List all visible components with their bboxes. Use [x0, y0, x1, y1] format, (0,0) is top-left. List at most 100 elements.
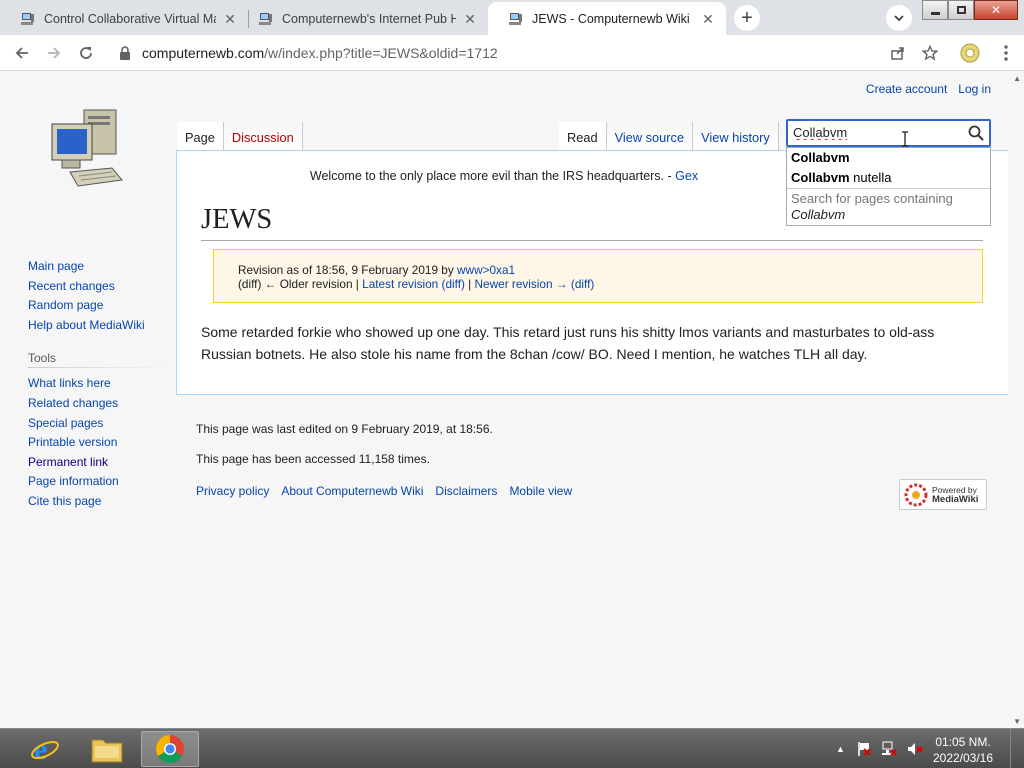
sidebar-item-recent-changes[interactable]: Recent changes: [28, 277, 168, 297]
show-desktop-button[interactable]: [1010, 729, 1024, 768]
tab-view-history[interactable]: View history: [693, 122, 779, 152]
page-scrollbar[interactable]: ▲ ▼: [1010, 72, 1024, 728]
tab-title: Control Collaborative Virtual Mac: [44, 11, 216, 26]
sidebar-item-help[interactable]: Help about MediaWiki: [28, 316, 168, 336]
url-host: computernewb.com: [142, 45, 265, 61]
taskbar-internet-explorer[interactable]: e: [16, 731, 74, 767]
tab-search-button[interactable]: [886, 5, 912, 31]
search-icon[interactable]: [968, 125, 984, 141]
login-link[interactable]: Log in: [958, 82, 991, 96]
browser-toolbar: computernewb.com/w/index.php?title=JEWS&…: [0, 35, 1024, 71]
computernewb-favicon-icon: [21, 12, 34, 25]
sidebar-item-page-information[interactable]: Page information: [28, 472, 168, 492]
footer-links: Privacy policy About Computernewb Wiki Dis…: [196, 484, 584, 498]
close-window-button[interactable]: ✕: [974, 0, 1018, 20]
sidebar-item-related-changes[interactable]: Related changes: [28, 394, 168, 414]
sidebar-item-random-page[interactable]: Random page: [28, 296, 168, 316]
computernewb-favicon-icon: [509, 12, 522, 25]
folder-icon: [91, 739, 123, 763]
disclaimers-link[interactable]: Disclaimers: [435, 484, 497, 498]
sidebar-item-main-page[interactable]: Main page: [28, 257, 168, 277]
powered-by-mediawiki-badge[interactable]: Powered by MediaWiki: [899, 479, 987, 510]
scroll-up-arrow-icon[interactable]: ▲: [1013, 74, 1021, 83]
system-tray: ▲: [836, 729, 923, 768]
search-suggestions-dropdown: Collabvm Collabvm nutella Search for pag…: [786, 147, 991, 226]
arrow-left-icon: [15, 47, 28, 59]
sidebar-item-printable-version[interactable]: Printable version: [28, 433, 168, 453]
share-icon: [891, 47, 904, 60]
taskbar-google-chrome[interactable]: [141, 731, 199, 767]
reload-icon: [80, 47, 92, 59]
tab-jews-wiki[interactable]: JEWS - Computernewb Wiki ✕: [488, 2, 726, 35]
footer-info: This page was last edited on 9 February …: [196, 422, 493, 482]
tab-view-source[interactable]: View source: [606, 122, 694, 152]
chrome-icon: [156, 735, 184, 763]
scroll-down-arrow-icon[interactable]: ▼: [1013, 717, 1021, 726]
mobile-view-link[interactable]: Mobile view: [509, 484, 572, 498]
maximize-window-button[interactable]: [948, 0, 974, 20]
tab-internet-pub-hub[interactable]: Computernewb's Internet Pub Hub ✕: [238, 2, 488, 35]
revision-line-2: (diff) ← Older revision | Latest revisio…: [238, 277, 982, 291]
show-hidden-icons-icon[interactable]: ▲: [836, 744, 845, 754]
share-button[interactable]: [886, 41, 910, 65]
clock-date: 2022/03/16: [932, 751, 994, 765]
close-tab-icon[interactable]: ✕: [222, 11, 238, 27]
minimize-icon: [930, 11, 940, 15]
volume-muted-icon[interactable]: [907, 741, 923, 757]
close-icon: ✕: [990, 3, 1002, 17]
search-containing-option[interactable]: Search for pages containing Collabvm: [787, 188, 990, 223]
lock-icon[interactable]: [118, 46, 132, 60]
back-button[interactable]: [10, 41, 34, 65]
text-cursor-icon: [902, 131, 908, 147]
site-notice-text: Welcome to the only place more evil than…: [309, 169, 676, 183]
close-tab-icon[interactable]: ✕: [700, 11, 716, 27]
address-bar[interactable]: computernewb.com/w/index.php?title=JEWS&…: [110, 39, 870, 67]
footer-view-count: This page has been accessed 11,158 times…: [196, 452, 430, 466]
newer-revision-link[interactable]: Newer revision →: [475, 277, 568, 291]
minimize-window-button[interactable]: [922, 0, 948, 20]
network-icon[interactable]: [881, 741, 897, 757]
action-center-flag-icon[interactable]: [857, 741, 871, 757]
tab-page[interactable]: Page: [177, 122, 224, 152]
tab-read[interactable]: Read: [559, 122, 607, 152]
older-revision-link[interactable]: ← Older revision: [265, 277, 353, 291]
revision-line-1: Revision as of 18:56, 9 February 2019 by…: [238, 263, 982, 277]
taskbar-clock[interactable]: 01:05 NM. 2022/03/16: [928, 734, 998, 766]
tab-strip: Control Collaborative Virtual Mac ✕ Comp…: [0, 0, 1024, 35]
reload-button[interactable]: [74, 41, 98, 65]
kebab-menu-icon: [1004, 45, 1008, 61]
taskbar-file-explorer[interactable]: [78, 731, 136, 767]
suggestion-item[interactable]: Collabvm nutella: [787, 168, 990, 188]
sidebar-item-cite[interactable]: Cite this page: [28, 492, 168, 512]
privacy-policy-link[interactable]: Privacy policy: [196, 484, 269, 498]
bookmark-button[interactable]: [918, 41, 942, 65]
about-link[interactable]: About Computernewb Wiki: [281, 484, 423, 498]
suggestion-item[interactable]: Collabvm: [787, 148, 990, 168]
forward-button[interactable]: [42, 41, 66, 65]
sidebar-item-what-links-here[interactable]: What links here: [28, 374, 168, 394]
suggestion-match: Collabvm: [791, 170, 850, 185]
search-input[interactable]: [793, 125, 963, 140]
tab-title: Computernewb's Internet Pub Hub: [282, 11, 456, 26]
site-notice-link[interactable]: Gex: [675, 169, 698, 183]
tab-title: JEWS - Computernewb Wiki: [532, 11, 690, 26]
separator: |: [464, 277, 475, 291]
arrow-right-icon: [48, 47, 61, 59]
sidebar-item-special-pages[interactable]: Special pages: [28, 414, 168, 434]
sidebar-item-permanent-link[interactable]: Permanent link: [28, 453, 168, 473]
menu-button[interactable]: [994, 41, 1018, 65]
new-tab-button[interactable]: +: [734, 5, 760, 31]
diff-link[interactable]: (diff): [442, 277, 465, 291]
close-tab-icon[interactable]: ✕: [462, 11, 478, 27]
diff-link[interactable]: (diff): [571, 277, 594, 291]
revision-user-link[interactable]: www>0xa1: [457, 263, 515, 277]
restore-icon: [956, 6, 966, 14]
tab-discussion[interactable]: Discussion: [223, 122, 303, 152]
suggestion-rest: nutella: [849, 170, 892, 185]
search-box[interactable]: [786, 119, 991, 147]
create-account-link[interactable]: Create account: [866, 82, 947, 96]
sidebar: Main page Recent changes Random page Hel…: [28, 257, 168, 512]
extension-button[interactable]: [958, 41, 982, 65]
latest-revision-link[interactable]: Latest revision: [362, 277, 438, 291]
tab-collabvm[interactable]: Control Collaborative Virtual Mac ✕: [0, 2, 248, 35]
